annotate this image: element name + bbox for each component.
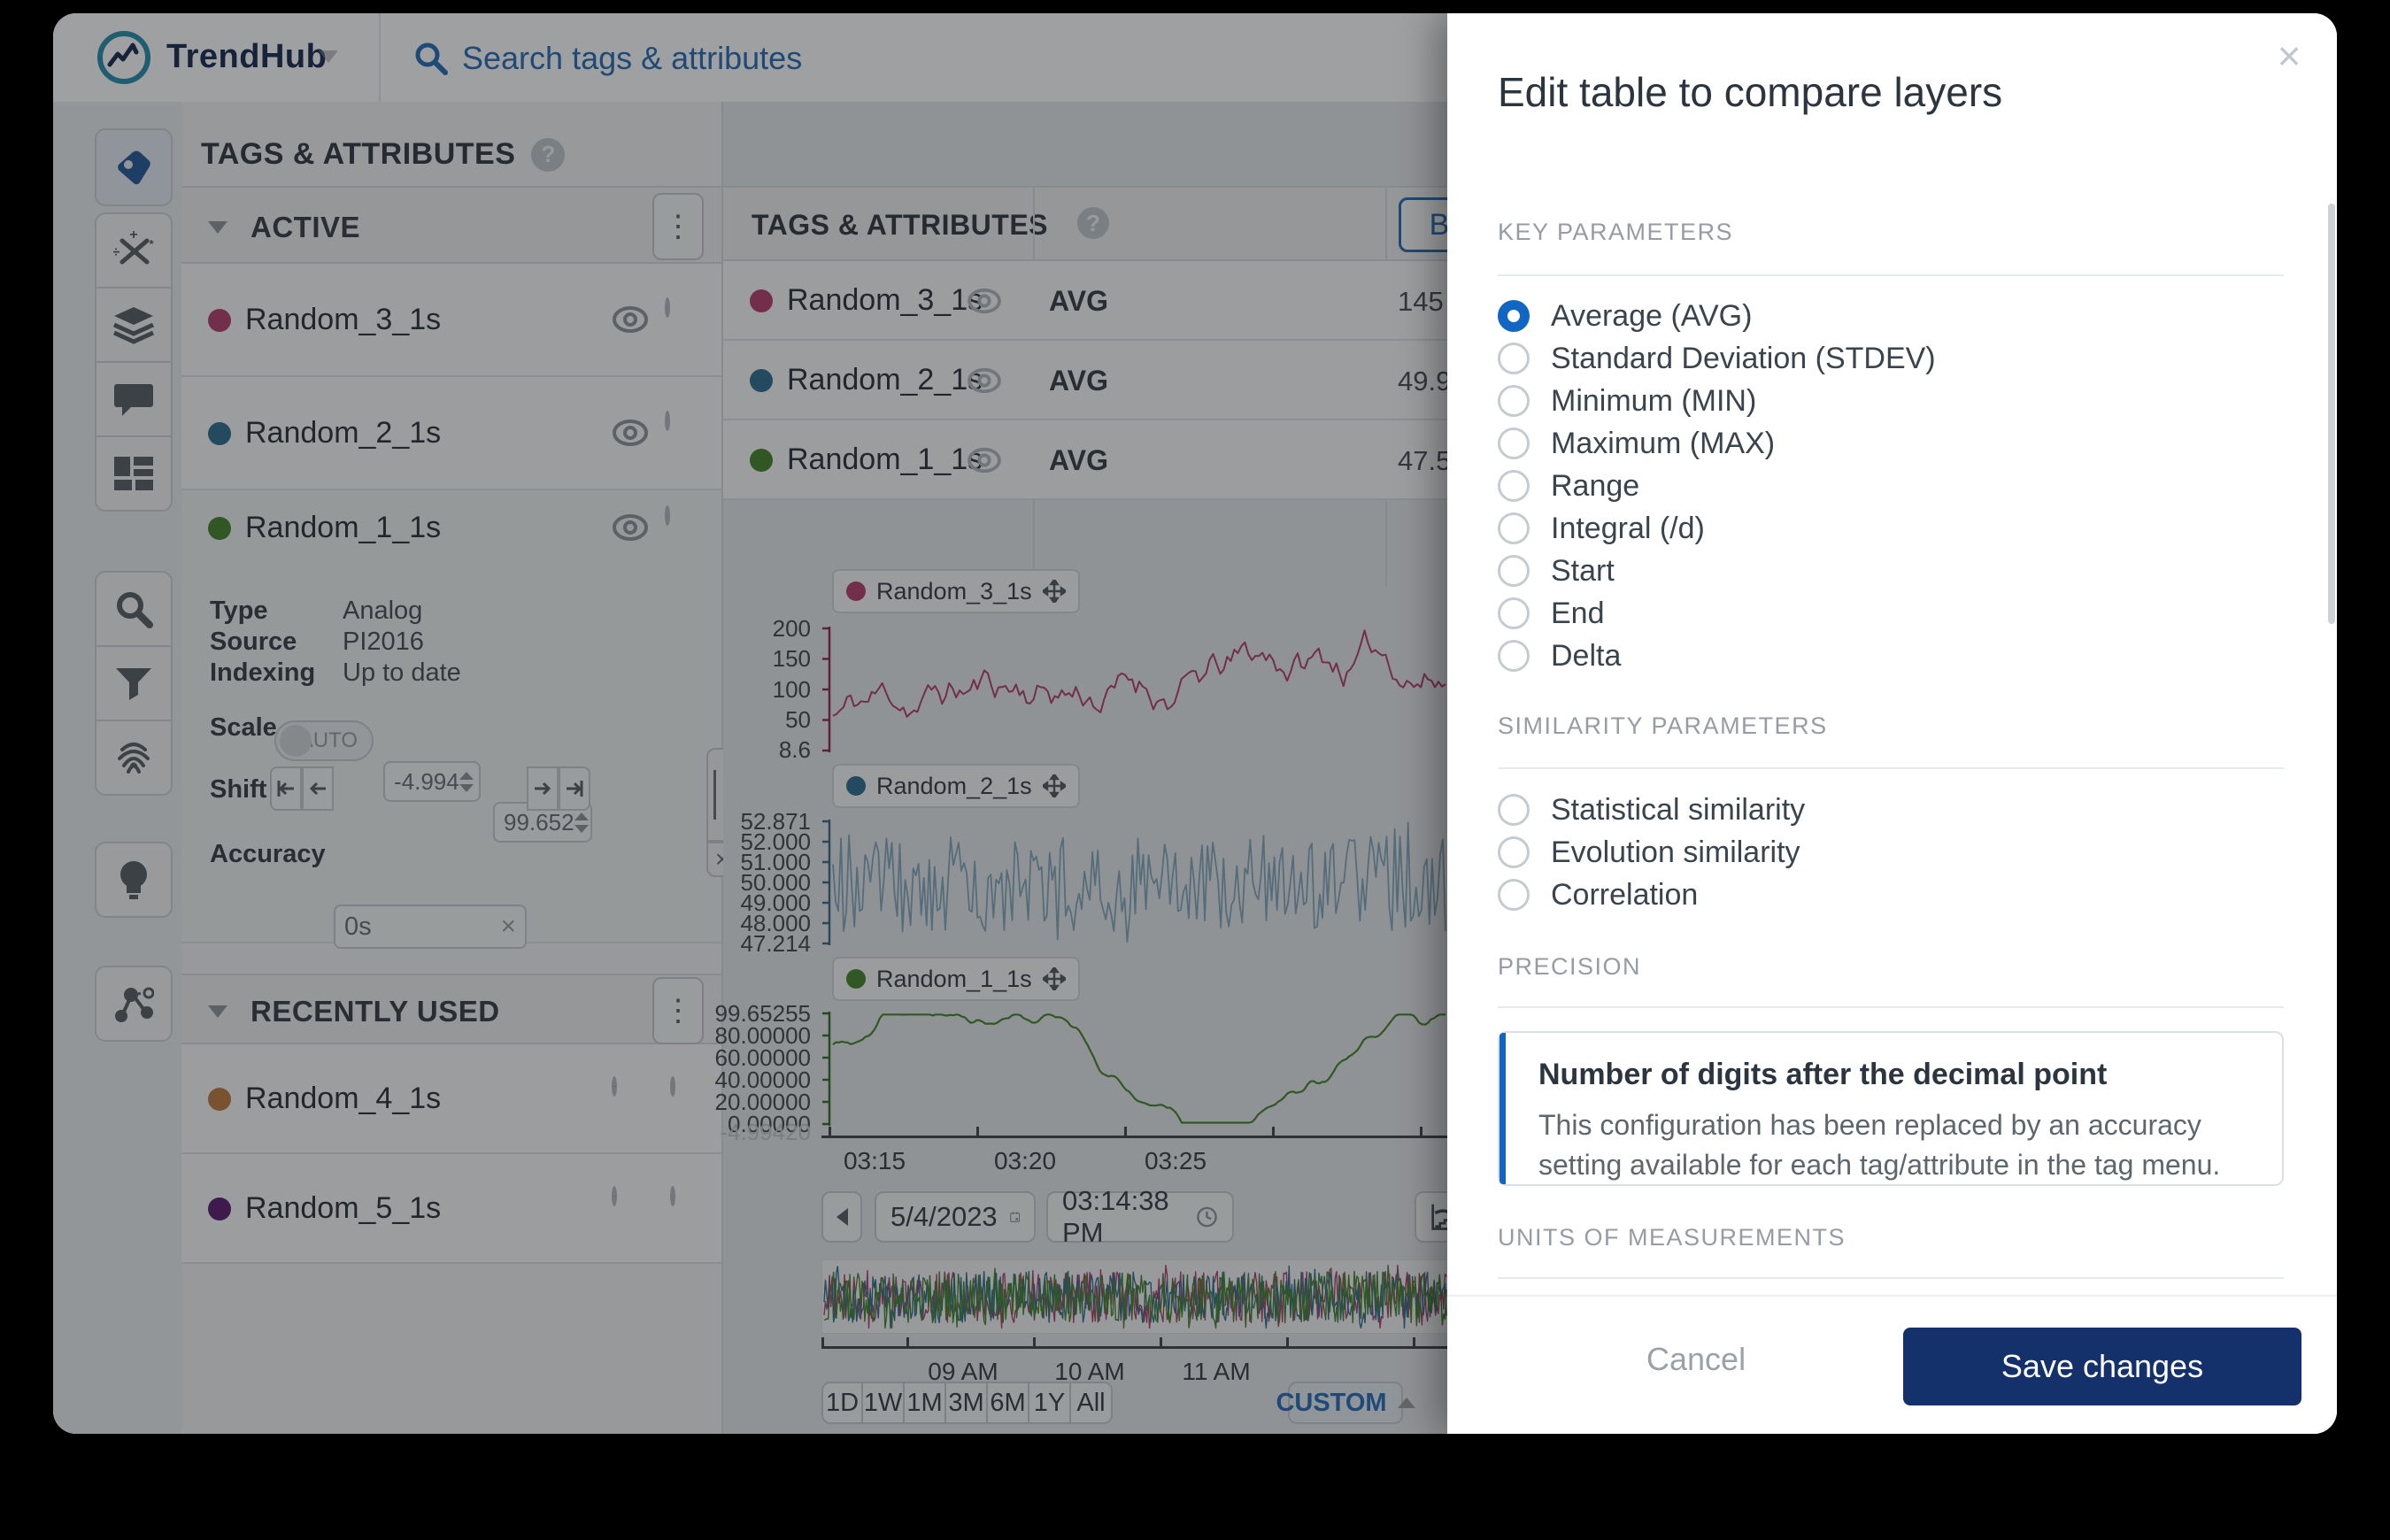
radio <box>1498 836 1530 868</box>
radio-option-statistical[interactable]: Statistical similarity <box>1498 790 1805 829</box>
card-body: This configuration has been replaced by … <box>1538 1105 2238 1186</box>
cancel-button[interactable]: Cancel <box>1646 1341 1746 1378</box>
save-changes-button[interactable]: Save changes <box>1903 1328 2301 1405</box>
radio <box>1498 597 1530 629</box>
close-button[interactable]: × <box>2266 33 2312 79</box>
units-label: UNITS OF MEASUREMENTS <box>1498 1224 1846 1251</box>
modal-title: Edit table to compare layers <box>1498 68 2002 116</box>
radio-option-average[interactable]: Average (AVG) <box>1498 296 1752 335</box>
app-window: TrendHub Search tags & attributes + ÷ * <box>53 13 2337 1434</box>
radio <box>1498 385 1530 417</box>
save-label: Save changes <box>2001 1348 2203 1385</box>
radio-option-delta[interactable]: Delta <box>1498 636 1621 675</box>
radio-option-integral[interactable]: Integral (/d) <box>1498 509 1705 548</box>
radio <box>1498 640 1530 672</box>
screenshot-frame: TrendHub Search tags & attributes + ÷ * <box>0 0 2390 1540</box>
precision-label: PRECISION <box>1498 953 1641 981</box>
divider <box>1498 767 2284 769</box>
radio <box>1498 427 1530 459</box>
radio-selected <box>1498 300 1530 332</box>
similarity-parameters-label: SIMILARITY PARAMETERS <box>1498 712 1828 740</box>
edit-table-modal: × Edit table to compare layers KEY PARAM… <box>1447 13 2337 1434</box>
precision-info-card: Number of digits after the decimal point… <box>1498 1031 2284 1186</box>
divider <box>1498 274 2284 276</box>
divider <box>1498 1006 2284 1008</box>
radio-option-max[interactable]: Maximum (MAX) <box>1498 424 1775 463</box>
radio-option-end[interactable]: End <box>1498 594 1605 633</box>
radio-option-correlation[interactable]: Correlation <box>1498 875 1698 914</box>
radio <box>1498 470 1530 502</box>
radio-option-min[interactable]: Minimum (MIN) <box>1498 381 1756 420</box>
modal-scrollbar[interactable] <box>2328 204 2335 624</box>
radio <box>1498 512 1530 544</box>
radio-option-stdev[interactable]: Standard Deviation (STDEV) <box>1498 339 1936 378</box>
radio-option-start[interactable]: Start <box>1498 551 1615 590</box>
card-title: Number of digits after the decimal point <box>1538 1058 2107 1092</box>
radio-option-evolution[interactable]: Evolution similarity <box>1498 833 1800 872</box>
radio <box>1498 555 1530 587</box>
key-parameters-label: KEY PARAMETERS <box>1498 219 1733 246</box>
radio <box>1498 794 1530 826</box>
modal-footer: Cancel Save changes <box>1447 1295 2337 1434</box>
radio <box>1498 879 1530 911</box>
accent-bar <box>1500 1033 1506 1184</box>
radio-option-range[interactable]: Range <box>1498 466 1639 505</box>
radio <box>1498 343 1530 374</box>
divider <box>1498 1277 2284 1279</box>
